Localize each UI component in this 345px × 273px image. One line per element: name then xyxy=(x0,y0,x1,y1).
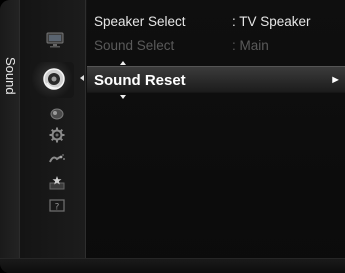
menu-content-panel: Speaker Select : TV Speaker Sound Select… xyxy=(87,0,345,273)
channel-icon[interactable] xyxy=(50,107,64,121)
category-rail: Sound xyxy=(0,0,20,273)
svg-text:?: ? xyxy=(55,203,60,213)
application-icon[interactable] xyxy=(48,175,66,191)
category-label: Sound xyxy=(3,57,18,95)
scroll-down-icon[interactable] xyxy=(120,95,126,99)
menu-item-value: : TV Speaker xyxy=(232,14,311,29)
picture-icon[interactable] xyxy=(45,31,65,49)
menu-item-label: Speaker Select xyxy=(94,14,186,29)
input-icon[interactable] xyxy=(48,152,66,166)
scroll-up-icon[interactable] xyxy=(120,61,126,65)
sound-icon[interactable] xyxy=(42,67,66,91)
submenu-arrow-icon: ► xyxy=(330,74,341,86)
menu-item-sound-reset[interactable]: Sound Reset ► xyxy=(87,66,345,93)
menu-item-speaker-select[interactable]: Speaker Select : TV Speaker xyxy=(87,10,345,34)
tv-osd-menu: Sound ? Speaker Select: TV Speaker Soun… xyxy=(0,0,345,273)
menu-item-label: Sound Reset xyxy=(94,72,186,89)
menu-item-value: : Main xyxy=(232,38,269,53)
setup-icon[interactable] xyxy=(49,127,65,143)
support-icon[interactable]: ? xyxy=(48,198,66,214)
selection-marker-icon xyxy=(80,75,84,81)
menu-item-sound-select: Sound Select : Main xyxy=(87,34,345,58)
menu-item-label: Sound Select xyxy=(94,38,175,53)
bottom-bar xyxy=(0,258,345,273)
